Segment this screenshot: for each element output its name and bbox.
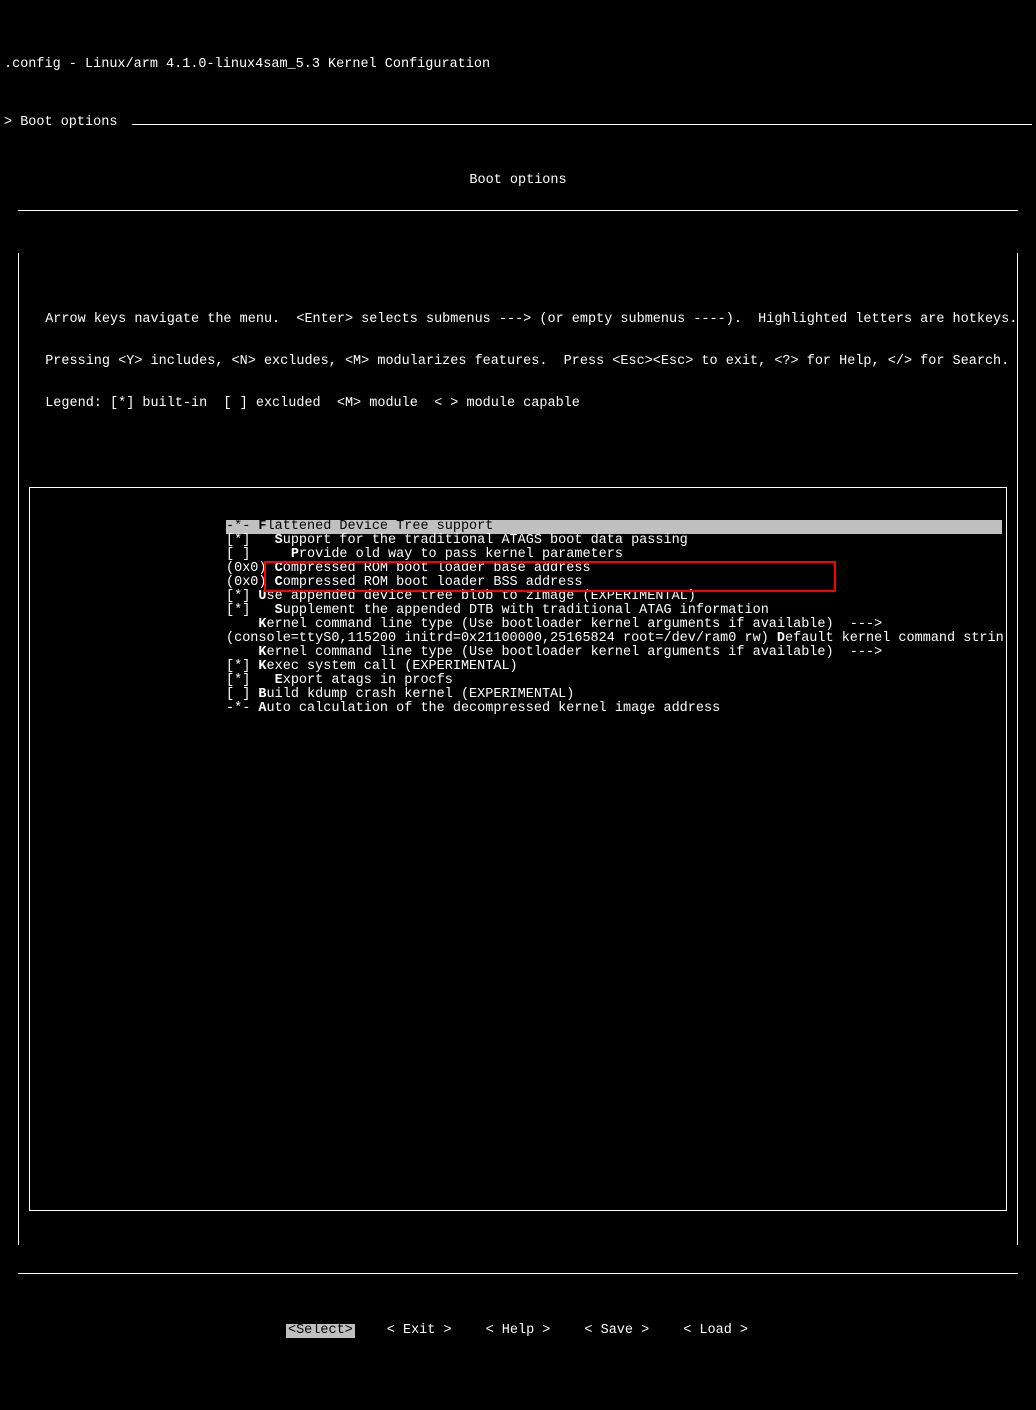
item-label: ernel command line type (Use bootloader …	[267, 645, 883, 660]
exit-button[interactable]: < Exit >	[385, 1324, 454, 1338]
item-hotkey: S	[275, 603, 283, 618]
breadcrumb-text: > Boot options	[4, 116, 126, 130]
item-marker: (0x0)	[226, 561, 275, 576]
load-button[interactable]: < Load >	[681, 1324, 750, 1338]
item-label: upplement the appended DTB with traditio…	[283, 603, 769, 618]
item-hotkey: K	[258, 659, 266, 674]
window-title: .config - Linux/arm 4.1.0-linux4sam_5.3 …	[0, 56, 1036, 74]
menu-item[interactable]: (0x0) Compressed ROM boot loader base ad…	[226, 562, 1002, 576]
help-button[interactable]: < Help >	[484, 1324, 553, 1338]
item-marker	[226, 617, 258, 632]
menu-title: Boot options	[453, 174, 582, 188]
item-label: se appended device tree blob to zImage (…	[267, 589, 696, 604]
breadcrumb: > Boot options	[0, 88, 1036, 144]
item-label: exec system call (EXPERIMENTAL)	[267, 659, 518, 674]
item-marker: -*-	[226, 519, 258, 534]
item-hotkey: K	[258, 645, 266, 660]
item-marker: [*]	[226, 603, 275, 618]
menu-item[interactable]: [*] Support for the traditional ATAGS bo…	[226, 534, 1002, 548]
button-bar: <Select> < Exit > < Help > < Save > < Lo…	[0, 1324, 1036, 1338]
menu-item[interactable]: -*- Auto calculation of the decompressed…	[226, 702, 1002, 716]
item-hotkey: D	[777, 631, 785, 646]
help-line-2: Pressing <Y> includes, <N> excludes, <M>…	[29, 355, 1007, 369]
menu-item[interactable]: [ ] Provide old way to pass kernel param…	[226, 548, 1002, 562]
item-marker: [ ]	[226, 687, 258, 702]
item-label: uild kdump crash kernel (EXPERIMENTAL)	[267, 687, 575, 702]
item-marker: [*]	[226, 659, 258, 674]
item-label: xport atags in procfs	[283, 673, 453, 688]
menu-item[interactable]: (0x0) Compressed ROM boot loader BSS add…	[226, 576, 1002, 590]
item-marker: [*]	[226, 589, 258, 604]
item-marker: (0x0)	[226, 575, 275, 590]
save-button[interactable]: < Save >	[582, 1324, 651, 1338]
item-label: efault kernel command strin	[785, 631, 1004, 646]
item-marker: [*]	[226, 673, 275, 688]
menu-box: Boot options Arrow keys navigate the men…	[18, 182, 1018, 1288]
item-marker: (console=ttyS0,115200 initrd=0x21100000,…	[226, 631, 777, 646]
item-hotkey: K	[258, 617, 266, 632]
item-hotkey: C	[275, 561, 283, 576]
item-label: ompressed ROM boot loader base address	[283, 561, 591, 576]
help-line-3: Legend: [*] built-in [ ] excluded <M> mo…	[29, 397, 1007, 411]
item-label: rovide old way to pass kernel parameters	[299, 547, 623, 562]
menu-item[interactable]: Kernel command line type (Use bootloader…	[226, 618, 1002, 632]
menu-item[interactable]: [ ] Build kdump crash kernel (EXPERIMENT…	[226, 688, 1002, 702]
help-line-1: Arrow keys navigate the menu. <Enter> se…	[29, 313, 1007, 327]
help-text: Arrow keys navigate the menu. <Enter> se…	[29, 285, 1007, 445]
menu-item[interactable]: -*- Flattened Device Tree support	[226, 520, 1002, 534]
item-marker	[226, 645, 258, 660]
menu-item[interactable]: (console=ttyS0,115200 initrd=0x21100000,…	[226, 632, 1002, 646]
item-hotkey: P	[291, 547, 299, 562]
item-label: upport for the traditional ATAGS boot da…	[283, 533, 688, 548]
item-label: lattened Device Tree support	[267, 519, 494, 534]
item-hotkey: S	[275, 533, 283, 548]
menu-item[interactable]: [*] Export atags in procfs	[226, 674, 1002, 688]
item-label: ompressed ROM boot loader BSS address	[283, 575, 583, 590]
menu-item[interactable]: [*] Use appended device tree blob to zIm…	[226, 590, 1002, 604]
item-hotkey: U	[258, 589, 266, 604]
menu-item[interactable]: Kernel command line type (Use bootloader…	[226, 646, 1002, 660]
select-button[interactable]: <Select>	[286, 1324, 355, 1338]
item-label: ernel command line type (Use bootloader …	[267, 617, 883, 632]
option-list[interactable]: -*- Flattened Device Tree support[*] Sup…	[29, 487, 1007, 1211]
item-hotkey: F	[258, 519, 266, 534]
item-marker: [*]	[226, 533, 275, 548]
item-hotkey: C	[275, 575, 283, 590]
item-marker: [ ]	[226, 547, 291, 562]
item-marker: -*-	[226, 701, 258, 716]
menu-item[interactable]: [*] Supplement the appended DTB with tra…	[226, 604, 1002, 618]
item-hotkey: A	[258, 701, 266, 716]
item-hotkey: B	[258, 687, 266, 702]
menu-item[interactable]: [*] Kexec system call (EXPERIMENTAL)	[226, 660, 1002, 674]
item-label: uto calculation of the decompressed kern…	[267, 701, 721, 716]
item-hotkey: E	[275, 673, 283, 688]
breadcrumb-line	[132, 124, 1032, 125]
